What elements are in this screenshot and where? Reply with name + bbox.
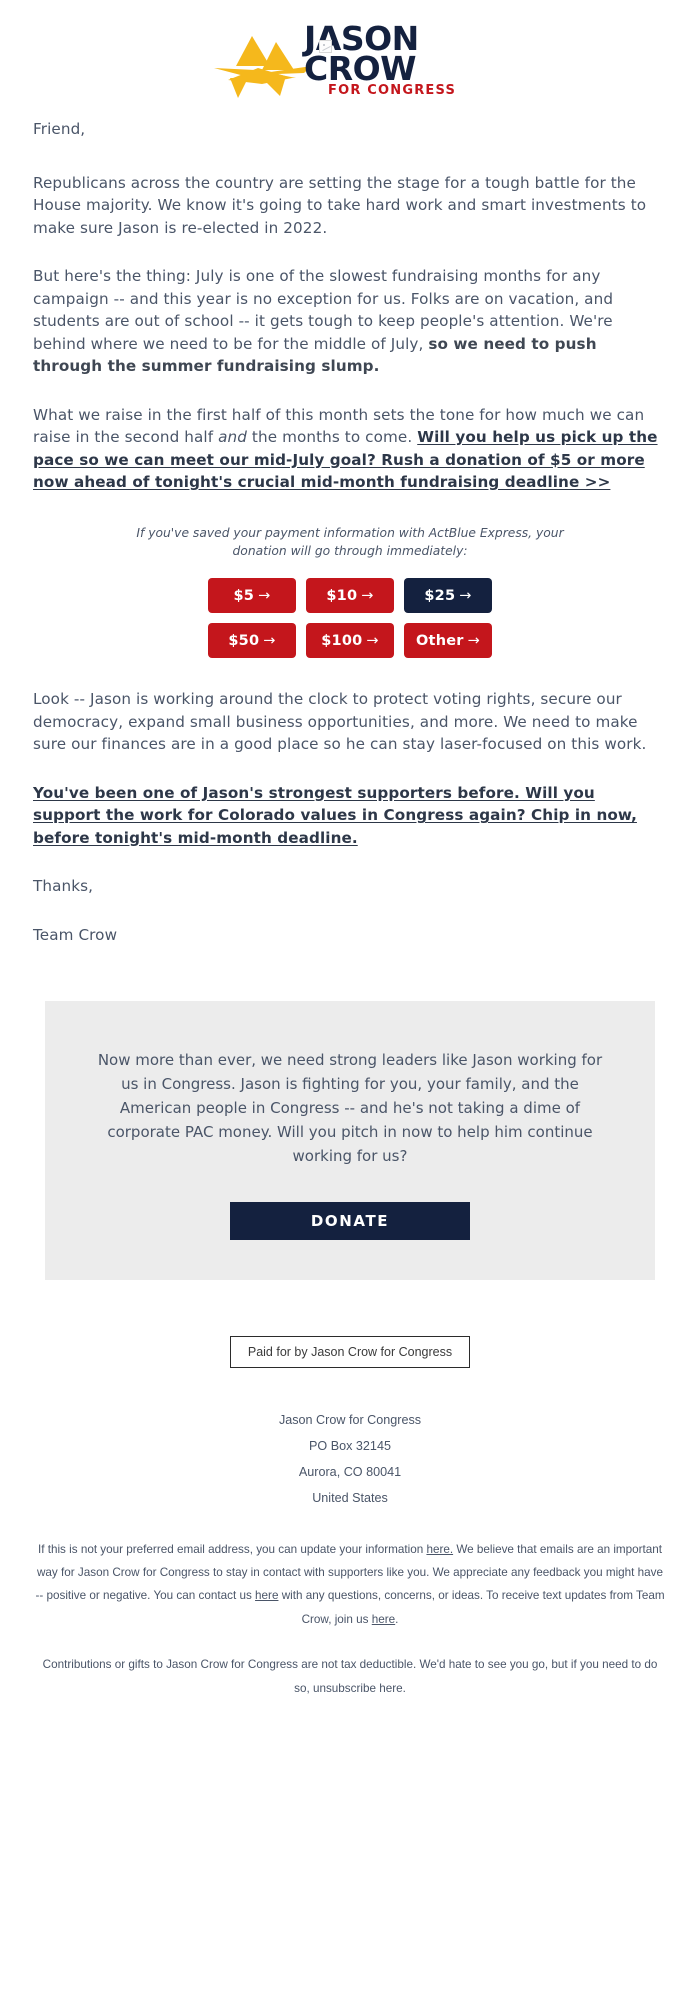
arrow-right-icon: → — [459, 587, 472, 604]
unsubscribe-link[interactable]: unsubscribe here — [313, 1682, 403, 1695]
address-line-1: Jason Crow for Congress — [278, 1413, 422, 1428]
fineprint-text-3: with any questions, concerns, or ideas. … — [278, 1589, 665, 1626]
donate-cta-link-bottom[interactable]: You've been one of Jason's strongest sup… — [33, 784, 637, 847]
donate-amount-50-label: $50 — [228, 632, 260, 649]
mailing-address: Jason Crow for Congress PO Box 32145 Aur… — [0, 1408, 700, 1511]
paragraph-2: But here's the thing: July is one of the… — [33, 265, 667, 378]
jason-crow-logo-icon: JASON CROW FOR CONGRESS — [214, 19, 456, 98]
paragraph-5: You've been one of Jason's strongest sup… — [33, 782, 667, 850]
paid-for-disclaimer: Paid for by Jason Crow for Congress — [229, 1336, 471, 1369]
donate-amount-other[interactable]: Other → — [404, 623, 492, 659]
svg-text:FOR CONGRESS: FOR CONGRESS — [328, 83, 456, 98]
campaign-logo[interactable]: JASON CROW FOR CONGRESS — [200, 18, 500, 100]
donate-amount-50[interactable]: $50 → — [208, 623, 296, 659]
arrow-right-icon: → — [258, 587, 271, 604]
fineprint-paragraph-1: If this is not your preferred email addr… — [35, 1538, 665, 1632]
fineprint-text-4: . — [395, 1612, 399, 1626]
paragraph-3: What we raise in the first half of this … — [33, 404, 667, 494]
donate-amount-5-label: $5 — [233, 587, 255, 604]
donate-amount-other-label: Other — [416, 632, 464, 649]
paid-for-wrap: Paid for by Jason Crow for Congress — [0, 1336, 700, 1369]
donate-amount-100-label: $100 — [321, 632, 363, 649]
arrow-right-icon: → — [366, 632, 379, 649]
arrow-right-icon: → — [361, 587, 374, 604]
arrow-right-icon: → — [263, 632, 276, 649]
broken-image-icon — [319, 40, 332, 53]
donation-amount-row: $50 → $100 → Other → — [160, 623, 540, 659]
donate-amount-5[interactable]: $5 → — [208, 578, 296, 614]
signoff: Thanks, — [33, 877, 94, 896]
paragraph-3-italic: and — [218, 428, 247, 446]
donate-amount-10[interactable]: $10 → — [306, 578, 394, 614]
donate-amount-10-label: $10 — [326, 587, 358, 604]
donate-amount-25-label: $25 — [424, 587, 456, 604]
text-updates-link[interactable]: here — [372, 1613, 395, 1626]
donate-amount-100[interactable]: $100 → — [306, 623, 394, 659]
email-content: Friend, Republicans across the country a… — [0, 118, 700, 946]
donation-amount-grid: $5 → $10 → $25 → $50 → $100 → Other → — [160, 578, 540, 659]
fineprint-text-1: If this is not your preferred email addr… — [37, 1542, 427, 1556]
email-body: JASON CROW FOR CONGRESS Friend, Republic… — [0, 0, 700, 1741]
contact-us-link[interactable]: here — [255, 1589, 278, 1602]
salutation: Friend, — [33, 120, 86, 138]
donate-amount-25[interactable]: $25 → — [404, 578, 492, 614]
arrow-right-icon: → — [467, 632, 480, 649]
paragraph-1: Republicans across the country are setti… — [33, 173, 647, 237]
donation-amount-row: $5 → $10 → $25 → — [160, 578, 540, 614]
paragraph-3-text-2: the months to come. — [246, 428, 418, 446]
address-line-3: Aurora, CO 80041 — [298, 1465, 402, 1479]
actblue-express-note: If you've saved your payment information… — [136, 525, 564, 558]
fineprint-text-6: . — [402, 1681, 406, 1695]
address-line-4: United States — [312, 1490, 388, 1505]
donate-button[interactable]: DONATE — [230, 1202, 470, 1241]
paragraph-4: Look -- Jason is working around the cloc… — [33, 690, 647, 754]
callout-text: Now more than ever, we need strong leade… — [97, 1051, 603, 1166]
donation-callout-panel: Now more than ever, we need strong leade… — [45, 1001, 655, 1281]
signature-team: Team Crow — [33, 925, 118, 944]
fineprint-paragraph-2: Contributions or gifts to Jason Crow for… — [35, 1653, 665, 1740]
address-line-2: PO Box 32145 — [309, 1439, 391, 1454]
email-header: JASON CROW FOR CONGRESS — [0, 0, 700, 118]
update-information-link[interactable]: here. — [426, 1543, 453, 1556]
